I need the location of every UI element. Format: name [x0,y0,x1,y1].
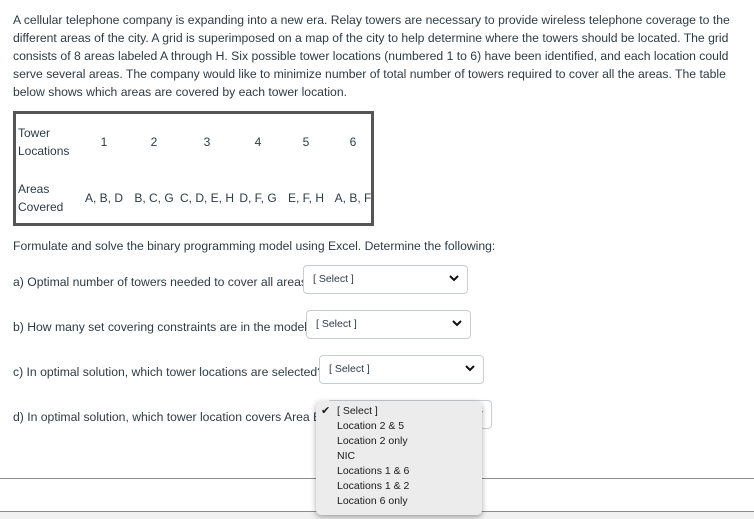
select-value: [ Select ] [329,363,370,375]
dropdown-option[interactable]: Locations 1 & 6 [337,464,409,479]
problem-intro: A cellular telephone company is expandin… [13,13,730,99]
checkmark-icon: ✔ [321,405,331,417]
question-d-dropdown-menu[interactable]: ✔ [ Select ] Location 2 & 5 Location 2 o… [316,401,482,515]
chevron-down-icon [465,365,475,372]
select-value: [ Select ] [316,318,357,330]
question-c-label: c) In optimal solution, which tower loca… [13,365,324,379]
areas-covered-row: Areas Covered A, B, D B, C, G C, D, E, H… [16,180,371,216]
dropdown-option[interactable]: [ Select ] [337,404,378,419]
question-a-label: a) Optimal number of towers needed to co… [13,275,311,289]
location-cell: 2 [150,135,158,149]
dropdown-option[interactable]: Locations 1 & 2 [337,479,409,494]
coverage-table: Tower Locations 1 2 3 4 5 6 Areas Covere… [13,111,374,226]
location-cell: 6 [349,135,357,149]
question-c-select[interactable]: [ Select ] [319,355,484,384]
question-b-select[interactable]: [ Select ] [306,310,471,339]
row-header-tower-locations: Tower Locations [18,126,70,158]
areas-cell: C, D, E, H [179,191,234,205]
location-cell: 1 [100,135,108,149]
select-value: [ Select ] [313,273,354,285]
tower-locations-row: Tower Locations 1 2 3 4 5 6 [16,124,371,160]
chevron-down-icon [452,320,462,327]
dropdown-option[interactable]: Location 6 only [337,494,408,509]
instructions-text: Formulate and solve the binary programmi… [13,239,496,253]
question-d-label: d) In optimal solution, which tower loca… [13,410,328,424]
areas-cell: B, C, G [134,191,174,205]
areas-cell: A, B, F [334,191,372,205]
location-cell: 3 [203,135,211,149]
dropdown-option[interactable]: NIC [337,449,355,464]
chevron-down-icon [449,275,459,282]
dropdown-option[interactable]: Location 2 only [337,434,408,449]
dropdown-option[interactable]: Location 2 & 5 [337,419,404,434]
question-b-label: b) How many set covering constraints are… [13,320,314,334]
question-a-select[interactable]: [ Select ] [303,265,468,294]
row-header-areas-covered: Areas Covered [18,182,64,214]
areas-cell: A, B, D [84,191,123,205]
